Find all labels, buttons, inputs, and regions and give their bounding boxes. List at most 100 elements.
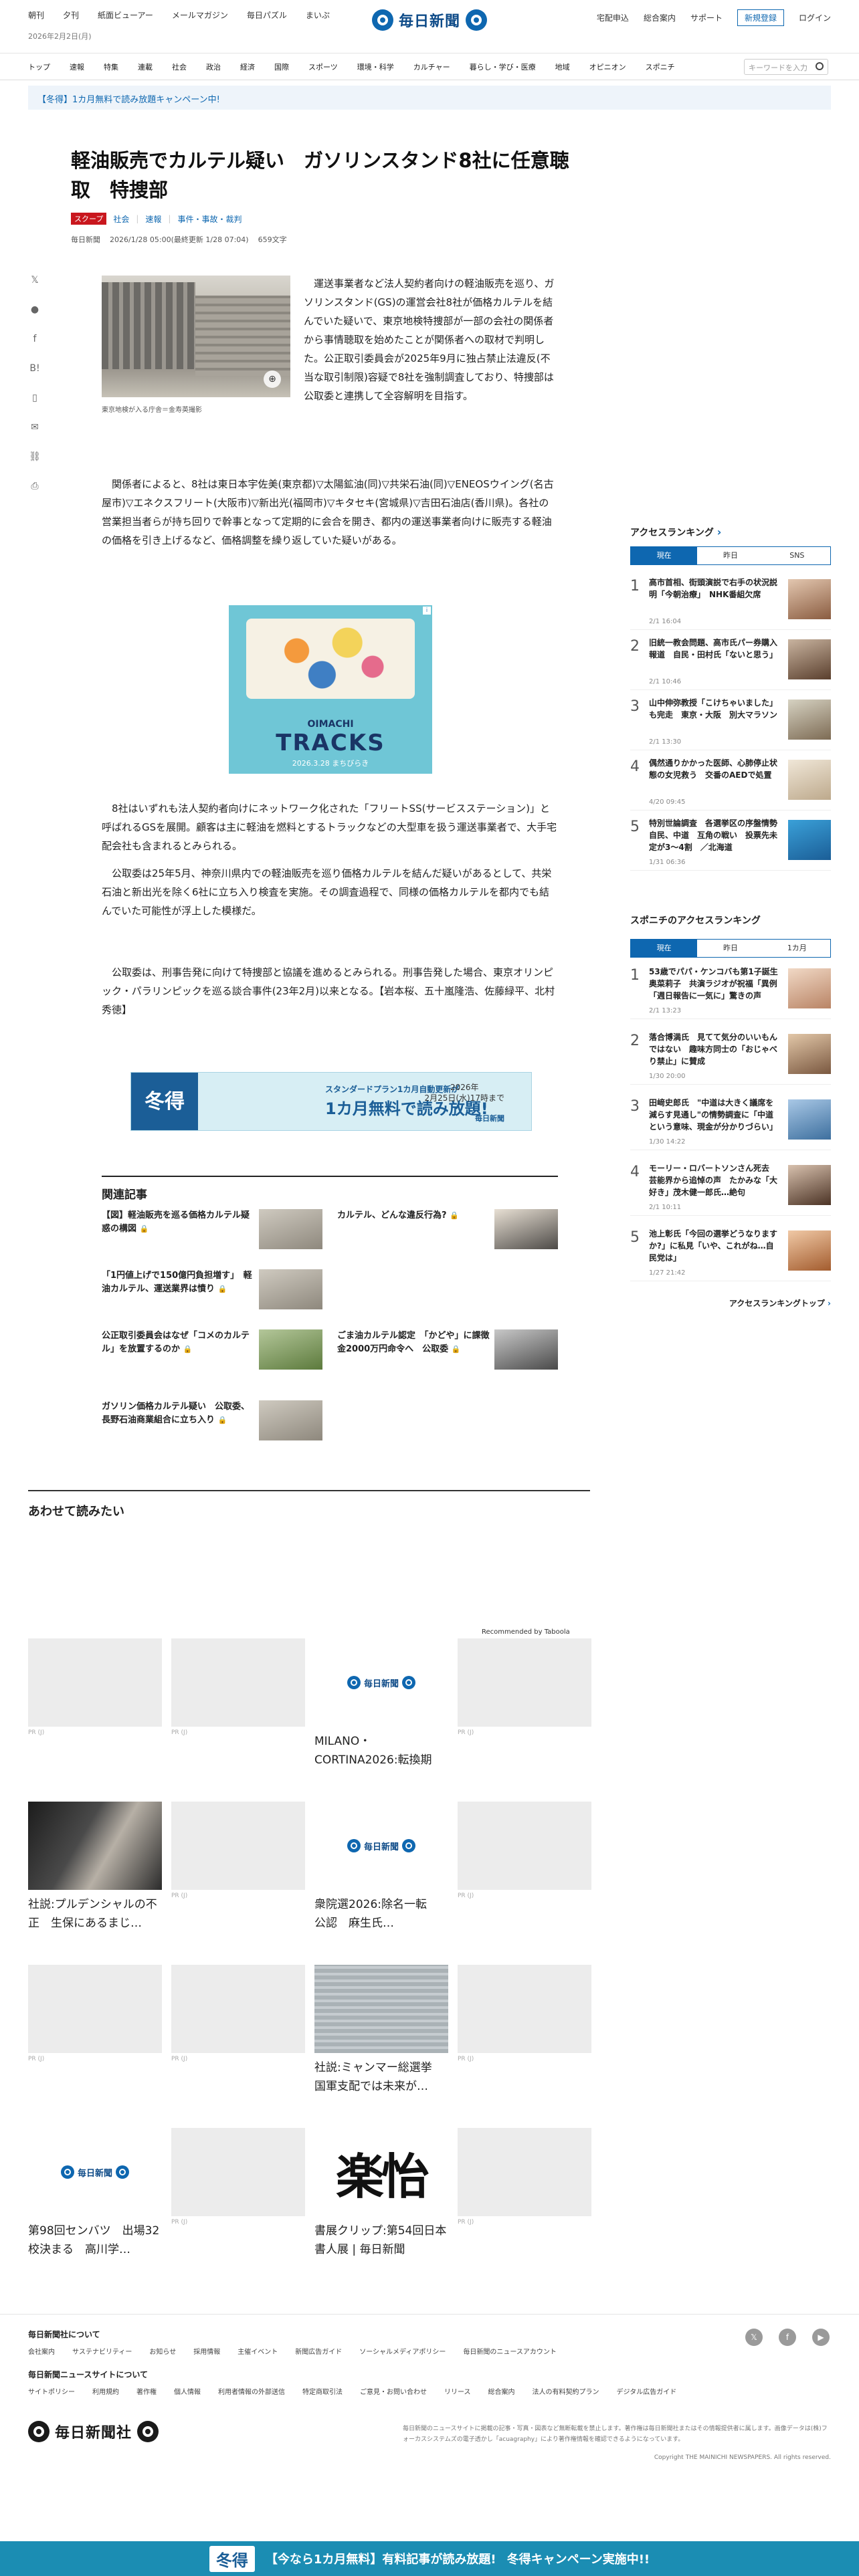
footer-link[interactable]: お知らせ — [149, 2346, 176, 2356]
footer-link[interactable]: 特定商取引法 — [302, 2386, 343, 2396]
related-item[interactable]: 【図】軽油販売を巡る価格カルテル疑惑の構図 🔒 — [102, 1209, 322, 1252]
ranking-item[interactable]: 5 特別世論調査 各選挙区の序盤情勢 自民、中道 互角の戦い 投票先未定が3〜4割… — [630, 817, 831, 871]
recommend-card[interactable]: PR (J) — [458, 1638, 591, 1779]
ad-info-icon[interactable]: i — [423, 607, 431, 615]
nav-sports[interactable]: スポーツ — [308, 62, 338, 72]
footer-link[interactable]: 採用情報 — [193, 2346, 220, 2356]
nav-economy[interactable]: 経済 — [240, 62, 255, 72]
nav-flash[interactable]: 速報 — [70, 62, 84, 72]
related-item[interactable]: 公正取引委員会はなぜ「コメのカルテル」を放置するのか 🔒 — [102, 1329, 322, 1372]
ranking-item[interactable]: 2 旧統一教会問題、高市氏パー券購入報道 自民・田村氏「ないと思う」 2/1 10:… — [630, 637, 831, 690]
related-item[interactable]: カルテル、どんな違反行為? 🔒 — [337, 1209, 558, 1252]
nav-feature[interactable]: 特集 — [104, 62, 118, 72]
footer-link[interactable]: ご意見・お問い合わせ — [360, 2386, 427, 2396]
display-ad[interactable]: OIMACHI TRACKS 2026.3.28 まちびらき i — [229, 605, 432, 774]
tab-yesterday[interactable]: 昨日 — [697, 547, 763, 564]
nav-region[interactable]: 地域 — [555, 62, 570, 72]
ranking-item[interactable]: 4 モーリー・ロバートソンさん死去 芸能界から追悼の声 たかみな「大好き」茂木健一… — [630, 1162, 831, 1216]
recommend-card[interactable]: PR (J) — [171, 1965, 305, 2105]
recommend-card[interactable]: 社説:ミャンマー総選挙 国軍支配では未来が… — [314, 1965, 448, 2096]
ranking-item[interactable]: 4 偶然通りかかった医師、心肺停止状態の女児救う 交番のAEDで処置 4/20 09… — [630, 757, 831, 811]
tab-now[interactable]: 現在 — [631, 547, 698, 564]
register-button[interactable]: 新規登録 — [737, 9, 784, 26]
nav-politics[interactable]: 政治 — [206, 62, 221, 72]
print-icon[interactable]: ⎙ — [29, 480, 41, 492]
recommend-card[interactable]: 毎日新聞 衆院選2026:除名一転 公認 麻生氏… — [314, 1802, 448, 1933]
x-share-icon[interactable]: 𝕏 — [29, 274, 41, 286]
nav-culture[interactable]: カルチャー — [413, 62, 450, 72]
footer-link[interactable]: デジタル広告ガイド — [617, 2386, 677, 2396]
tag-flash[interactable]: 速報 — [145, 213, 161, 225]
ranking-item[interactable]: 1 53歳でパパ・ケンコバも第1子誕生 奥菜莉子 共演ラジオが祝福「異例「週日報告… — [630, 966, 831, 1019]
recommend-card[interactable]: PR (J) — [28, 1965, 162, 2105]
footer-link[interactable]: 総合案内 — [488, 2386, 515, 2396]
x-social-icon[interactable]: 𝕏 — [745, 2329, 763, 2346]
tab-yesterday[interactable]: 昨日 — [697, 940, 763, 957]
recommend-card[interactable]: PR (J) — [171, 1802, 305, 1942]
footer-link[interactable]: 会社案内 — [28, 2346, 55, 2356]
nav-society[interactable]: 社会 — [172, 62, 187, 72]
link-delivery[interactable]: 宅配申込 — [597, 12, 629, 23]
footer-link[interactable]: 新聞広告ガイド — [295, 2346, 342, 2356]
footer-link[interactable]: サイトポリシー — [28, 2386, 75, 2396]
login-button[interactable]: ログイン — [799, 12, 831, 23]
tag-incident[interactable]: 事件・事故・裁判 — [177, 213, 242, 225]
recommend-card[interactable]: 楽怡 書展クリップ:第54回日本書人展 | 毎日新聞 — [314, 2128, 448, 2259]
recommend-card[interactable]: PR (J) — [458, 1802, 591, 1942]
footer-logo[interactable]: 毎日新聞社 — [28, 2421, 159, 2442]
footer-link[interactable]: サステナビリティー — [72, 2346, 132, 2356]
footer-link[interactable]: リリース — [444, 2386, 471, 2396]
footer-link[interactable]: 著作権 — [136, 2386, 157, 2396]
link-morning[interactable]: 朝刊 — [28, 9, 44, 21]
nav-opinion[interactable]: オピニオン — [589, 62, 626, 72]
footer-link[interactable]: 利用者情報の外部送信 — [218, 2386, 285, 2396]
recommend-card[interactable]: PR (J) — [171, 1638, 305, 1779]
link-copy-icon[interactable]: ⛓ — [29, 451, 41, 463]
ranking-more-link[interactable]: アクセスランキングトップ › — [630, 1297, 831, 1309]
article-photo[interactable]: ⊕ — [102, 276, 290, 397]
footer-link[interactable]: 毎日新聞のニュースアカウント — [463, 2346, 557, 2356]
related-item[interactable]: ガソリン価格カルテル疑い 公取委、長野石油商業組合に立ち入り 🔒 — [102, 1400, 322, 1443]
nav-top[interactable]: トップ — [28, 62, 50, 72]
footer-link[interactable]: 法人の有料契約プラン — [533, 2386, 599, 2396]
footer-link[interactable]: 個人情報 — [174, 2386, 201, 2396]
link-evening[interactable]: 夕刊 — [63, 9, 79, 21]
search-icon[interactable] — [816, 62, 824, 70]
facebook-share-icon[interactable]: f — [29, 333, 41, 345]
nav-sponichi[interactable]: スポニチ — [646, 62, 675, 72]
ranking-item[interactable]: 3 山中伸弥教授「こけちゃいました」も完走 東京・大阪 別大マラソン 2/1 13:… — [630, 697, 831, 750]
link-support[interactable]: サポート — [690, 12, 723, 23]
link-info[interactable]: 総合案内 — [644, 12, 676, 23]
tab-sns[interactable]: SNS — [764, 547, 830, 564]
recommend-card[interactable]: 毎日新聞 MILANO・CORTINA2026:転換期の… — [314, 1638, 448, 1769]
recommend-card[interactable]: PR (J) — [28, 1638, 162, 1779]
ranking-item[interactable]: 5 池上彰氏「今回の選挙どうなりますか?」に私見「いや、これがね…自民党は」 1/2… — [630, 1228, 831, 1281]
comment-icon[interactable]: ● — [29, 304, 41, 316]
tab-now[interactable]: 現在 — [631, 940, 698, 957]
recommend-card[interactable]: PR (J) — [458, 1965, 591, 2105]
footer-link[interactable]: 利用規約 — [92, 2386, 119, 2396]
link-puzzle[interactable]: 毎日パズル — [247, 9, 287, 21]
link-viewer[interactable]: 紙面ビューアー — [98, 9, 153, 21]
youtube-social-icon[interactable]: ▶ — [812, 2329, 830, 2346]
tag-society[interactable]: 社会 — [113, 213, 129, 225]
ranking-item[interactable]: 1 高市首相、街頭演説で右手の状況説明「今朝治療」 NHK番組欠席 2/1 16:0… — [630, 576, 831, 630]
site-logo[interactable]: 毎日新聞 — [372, 7, 487, 33]
footer-link[interactable]: 主催イベント — [237, 2346, 278, 2356]
promo-banner[interactable]: 冬得 スタンダードプラン1カ月自動更新が 1カ月無料で読み放題! 2026年 2… — [130, 1072, 532, 1131]
link-maipu[interactable]: まいぷ — [306, 9, 330, 21]
link-mail[interactable]: メールマガジン — [172, 9, 228, 21]
nav-science[interactable]: 環境・科学 — [357, 62, 394, 72]
recommend-card[interactable]: 社説:プルデンシャルの不正 生保にあるまじ… — [28, 1802, 162, 1933]
bottom-campaign-banner[interactable]: 冬得 【今なら1カ月無料】有料記事が読み放題! 冬得キャンペーン実施中!! — [0, 2541, 859, 2576]
zoom-icon[interactable]: ⊕ — [264, 370, 281, 388]
ranking-item[interactable]: 2 落合博満氏 見てて気分のいいもんではない 趣味方同士の「おじゃべり禁止」に賛成… — [630, 1031, 831, 1085]
related-item[interactable]: 「1円値上げで150億円負担増す」 軽油カルテル、運送業界は憤り 🔒 — [102, 1269, 322, 1312]
campaign-banner[interactable]: 【冬得】1カ月無料で読み放題キャンペーン中! — [28, 86, 831, 110]
ranking-item[interactable]: 3 田﨑史郎氏 "中道は大きく議席を減らす見通し"の情勢調査に「中道という意味、現… — [630, 1097, 831, 1150]
footer-link[interactable]: ソーシャルメディアポリシー — [359, 2346, 446, 2356]
nav-world[interactable]: 国際 — [274, 62, 289, 72]
nav-life[interactable]: 暮らし・学び・医療 — [470, 62, 536, 72]
related-item[interactable]: ごま油カルテル認定 「かどや」に課徴金2000万円命令へ 公取委 🔒 — [337, 1329, 558, 1372]
nav-series[interactable]: 連載 — [138, 62, 153, 72]
